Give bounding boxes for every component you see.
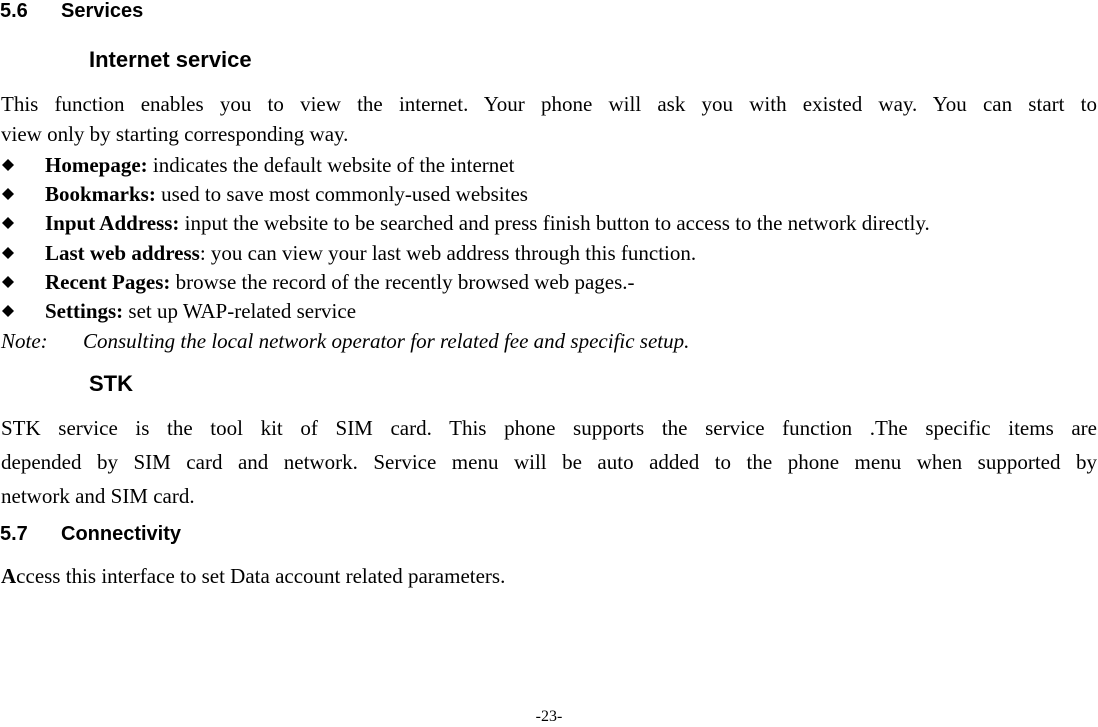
item-description: used to save most commonly-used websites	[155, 182, 528, 207]
section-heading-5-7: 5.7 Connectivity	[0, 523, 181, 545]
diamond-bullet-icon	[2, 159, 14, 171]
internet-service-intro: This function enables you to view the in…	[1, 89, 1097, 149]
item-description: indicates the default website of the int…	[147, 153, 515, 177]
section-title: Services	[61, 0, 144, 22]
connectivity-paragraph: Access this interface to set Data accoun…	[1, 561, 1097, 591]
diamond-bullet-icon	[2, 305, 14, 318]
list-item-recent-pages: Recent Pages: browse the record of the r…	[1, 268, 930, 297]
subheading-stk: STK	[89, 371, 133, 396]
internet-service-options-list: Homepage: indicates the default website …	[1, 151, 930, 326]
list-item-bookmarks: Bookmarks: used to save most commonly-us…	[1, 180, 930, 209]
item-description: input the website to be searched and pre…	[179, 211, 930, 236]
diamond-bullet-icon	[2, 188, 14, 201]
intro-line-1: This function enables you to view the in…	[1, 92, 1097, 116]
section-number: 5.7	[0, 523, 28, 545]
note: Note: Consulting the local network operat…	[1, 326, 689, 356]
list-item-homepage: Homepage: indicates the default website …	[1, 151, 930, 180]
item-term: Input Address:	[45, 211, 180, 236]
subheading-internet-service: Internet service	[89, 47, 252, 72]
first-letter: A	[1, 564, 17, 588]
section-heading-5-6: 5.6 Services	[0, 0, 143, 22]
list-item-settings: Settings: set up WAP-related service	[1, 297, 930, 326]
diamond-bullet-icon	[2, 246, 14, 259]
note-text: Consulting the local network operator fo…	[83, 329, 690, 353]
note-label: Note:	[1, 329, 48, 353]
connectivity-text: ccess this interface to set Data account…	[16, 564, 506, 588]
item-term: Homepage:	[45, 153, 148, 177]
list-item-last-web-address: Last web address: you can view your last…	[1, 239, 930, 268]
item-term: Recent Pages:	[45, 269, 171, 294]
diamond-bullet-icon	[2, 217, 14, 230]
section-title: Connectivity	[61, 523, 182, 545]
list-item-input-address: Input Address: input the website to be s…	[1, 209, 930, 238]
section-number: 5.6	[0, 0, 28, 22]
item-term: Bookmarks:	[45, 182, 156, 207]
stk-paragraph: STK service is the tool kit of SIM card.…	[1, 411, 1097, 513]
item-term: Settings:	[45, 299, 124, 324]
item-description: set up WAP-related service	[123, 299, 357, 324]
stk-line-3: network and SIM card.	[1, 484, 195, 508]
stk-line-2: depended by SIM card and network. Servic…	[1, 450, 1097, 474]
item-description: browse the record of the recently browse…	[170, 269, 635, 294]
item-description: : you can view your last web address thr…	[199, 240, 697, 265]
stk-line-1: STK service is the tool kit of SIM card.…	[1, 416, 1097, 440]
item-term: Last web address	[45, 240, 200, 265]
diamond-bullet-icon	[2, 275, 14, 288]
intro-line-2: view only by starting corresponding way.	[1, 122, 349, 146]
page-number: -23-	[535, 708, 563, 725]
